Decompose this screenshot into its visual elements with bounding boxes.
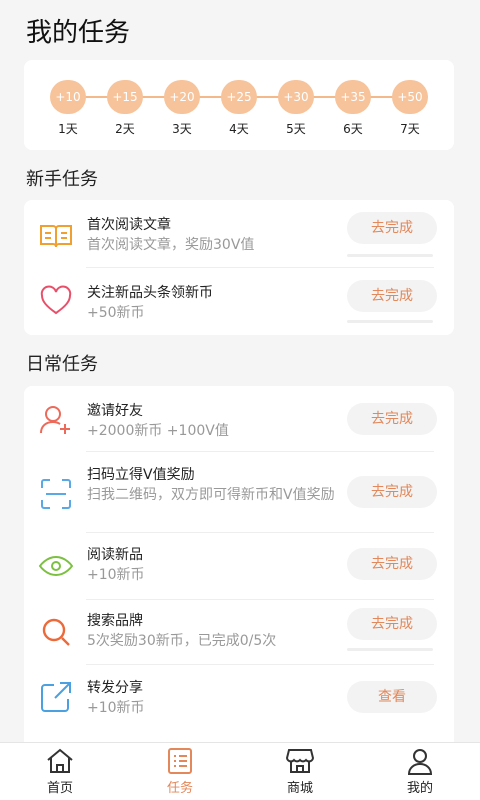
task-name: 关注新品头条领新币 xyxy=(87,285,213,301)
view-button[interactable]: 查看 xyxy=(347,681,437,713)
store-icon xyxy=(260,747,340,775)
page-title: 我的任务 xyxy=(26,18,131,48)
tab-label: 我的 xyxy=(406,781,433,796)
checkin-day[interactable]: +30 5天 xyxy=(278,80,314,137)
task-item: 搜索品牌 5次奖励30新币，已完成0/5次 去完成 xyxy=(24,600,454,664)
checkin-day[interactable]: +25 4天 xyxy=(221,80,257,137)
task-desc: 首次阅读文章，奖励30V值 xyxy=(87,237,255,253)
heart-icon xyxy=(38,283,74,319)
task-item: 阅读新品 +10新币 去完成 xyxy=(24,533,454,599)
complete-button[interactable]: 去完成 xyxy=(347,280,437,312)
tab-home[interactable]: 首页 xyxy=(20,743,100,800)
share-icon xyxy=(38,679,74,715)
complete-button[interactable]: 去完成 xyxy=(347,608,437,640)
progress-bar xyxy=(347,254,433,257)
reward-badge: +15 xyxy=(107,80,143,114)
scan-icon xyxy=(38,476,74,512)
day-label: 1天 xyxy=(58,122,78,136)
checkin-card: +10 1天 +15 2天 +20 3天 +25 4天 +30 5天 +35 6… xyxy=(24,60,454,150)
complete-button[interactable]: 去完成 xyxy=(347,212,437,244)
task-item: 关注新品头条领新币 +50新币 去完成 xyxy=(24,268,454,335)
task-desc: 扫我二维码，双方即可得新币和V值奖励 xyxy=(87,487,335,503)
section-title-newbie: 新手任务 xyxy=(26,169,98,190)
task-name: 阅读新品 xyxy=(87,547,143,563)
task-desc: +2000新币 +100V值 xyxy=(87,423,229,439)
add-user-icon xyxy=(38,402,74,438)
task-item: 扫码立得V值奖励 扫我二维码，双方即可得新币和V值奖励 去完成 xyxy=(24,452,454,532)
bottom-tab-bar: 首页 任务 商城 我的 xyxy=(0,742,480,800)
reward-badge: +20 xyxy=(164,80,200,114)
tab-store[interactable]: 商城 xyxy=(260,743,340,800)
task-desc: +10新币 xyxy=(87,567,145,583)
profile-icon xyxy=(380,747,460,775)
day-label: 4天 xyxy=(229,122,249,136)
checkin-day[interactable]: +20 3天 xyxy=(164,80,200,137)
progress-bar xyxy=(347,320,433,323)
complete-button[interactable]: 去完成 xyxy=(347,548,437,580)
newbie-task-card: 首次阅读文章 首次阅读文章，奖励30V值 去完成 关注新品头条领新币 +50新币… xyxy=(24,200,454,335)
task-item: 邀请好友 +2000新币 +100V值 去完成 xyxy=(24,386,454,451)
day-label: 5天 xyxy=(286,122,306,136)
task-desc: 5次奖励30新币，已完成0/5次 xyxy=(87,633,277,649)
task-desc: +50新币 xyxy=(87,305,145,321)
book-icon xyxy=(38,218,74,254)
eye-icon xyxy=(38,548,74,584)
section-title-daily: 日常任务 xyxy=(26,354,98,375)
tab-label: 首页 xyxy=(46,781,73,796)
progress-bar xyxy=(347,648,433,651)
task-desc: +10新币 xyxy=(87,700,145,716)
task-name: 首次阅读文章 xyxy=(87,217,171,233)
checkin-day[interactable]: +50 7天 xyxy=(392,80,428,137)
reward-badge: +10 xyxy=(50,80,86,114)
task-name: 邀请好友 xyxy=(87,403,143,419)
task-name: 搜索品牌 xyxy=(87,613,143,629)
task-list-icon xyxy=(140,747,220,775)
home-icon xyxy=(20,747,100,775)
checkin-day[interactable]: +35 6天 xyxy=(335,80,371,137)
tab-label: 任务 xyxy=(166,781,193,796)
task-name: 扫码立得V值奖励 xyxy=(87,467,195,483)
task-item: 首次阅读文章 首次阅读文章，奖励30V值 去完成 xyxy=(24,200,454,267)
reward-badge: +50 xyxy=(392,80,428,114)
day-label: 2天 xyxy=(115,122,135,136)
tab-profile[interactable]: 我的 xyxy=(380,743,460,800)
checkin-day[interactable]: +10 1天 xyxy=(50,80,86,137)
reward-badge: +35 xyxy=(335,80,371,114)
search-icon xyxy=(38,614,74,650)
tab-label: 商城 xyxy=(286,781,313,796)
checkin-day[interactable]: +15 2天 xyxy=(107,80,143,137)
day-label: 3天 xyxy=(172,122,192,136)
complete-button[interactable]: 去完成 xyxy=(347,403,437,435)
task-item: 转发分享 +10新币 查看 xyxy=(24,665,454,731)
task-name: 转发分享 xyxy=(87,680,143,696)
tab-tasks[interactable]: 任务 xyxy=(140,743,220,800)
daily-task-card: 邀请好友 +2000新币 +100V值 去完成 扫码立得V值奖励 扫我二维码，双… xyxy=(24,386,454,746)
day-label: 7天 xyxy=(400,122,420,136)
complete-button[interactable]: 去完成 xyxy=(347,476,437,508)
day-label: 6天 xyxy=(343,122,363,136)
reward-badge: +30 xyxy=(278,80,314,114)
reward-badge: +25 xyxy=(221,80,257,114)
